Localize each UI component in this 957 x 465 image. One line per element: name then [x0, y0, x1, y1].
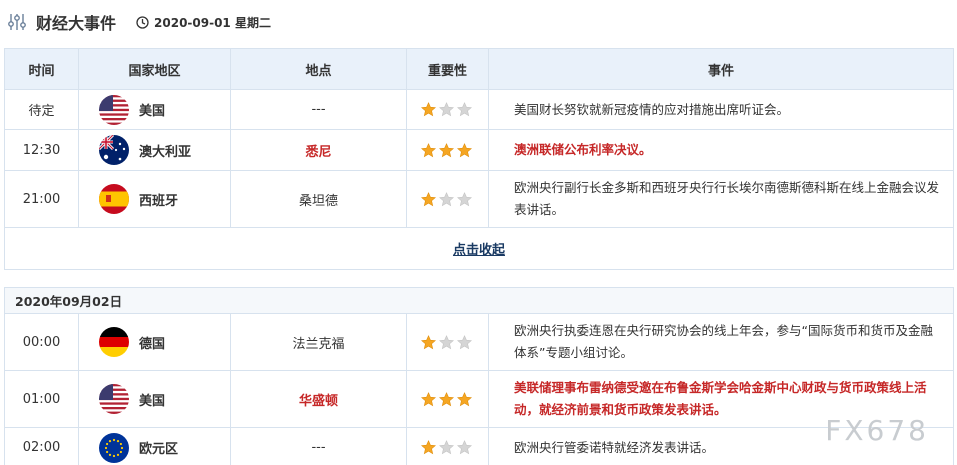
- collapse-button[interactable]: 点击收起: [453, 243, 505, 258]
- col-header-country: 国家地区: [78, 48, 231, 90]
- col-header-event: 事件: [488, 48, 954, 90]
- event-time: 02:00: [4, 427, 79, 465]
- watermark-logo: FX678: [825, 414, 929, 447]
- star-empty-icon: [439, 440, 454, 455]
- star-filled-icon: [421, 391, 436, 407]
- star-filled-icon: [457, 142, 472, 158]
- event-time: 12:30: [4, 129, 79, 171]
- table-header-row: 时间 国家地区 地点 重要性 事件: [4, 48, 954, 90]
- event-place: ---: [230, 427, 407, 465]
- top-bar: 财经大事件 2020-09-01 星期二: [0, 0, 957, 44]
- event-place: 悉尼: [230, 129, 407, 171]
- event-time: 01:00: [4, 370, 79, 428]
- star-filled-icon: [439, 391, 454, 407]
- page-title: 财经大事件: [36, 14, 117, 33]
- importance-rating: [406, 427, 489, 465]
- star-empty-icon: [457, 440, 472, 455]
- country-name: 德国: [139, 336, 166, 352]
- us-flag-icon: [99, 94, 129, 125]
- star-empty-icon: [457, 191, 472, 207]
- star-empty-icon: [439, 334, 454, 350]
- country-name: 美国: [139, 393, 166, 409]
- importance-rating: [406, 89, 489, 130]
- star-empty-icon: [457, 334, 472, 350]
- event-place: ---: [230, 89, 407, 130]
- star-filled-icon: [421, 191, 436, 207]
- clock-icon: [136, 15, 149, 29]
- section-date: 2020年09月02日: [4, 287, 954, 314]
- country-name: 美国: [139, 104, 166, 119]
- table-row: 21:00 西班牙 桑坦德 欧洲央行副行长金多斯和西班牙央行行长埃尔南德斯德科斯…: [4, 170, 954, 228]
- table-row: 01:00 美国 华盛顿 美联储理事布雷纳德受邀在布鲁金斯学会哈金斯中心财政与货…: [4, 370, 954, 428]
- date-section-header: 2020年09月02日: [4, 287, 954, 314]
- event-place: 法兰克福: [230, 313, 407, 371]
- table-row: 待定 美国 --- 美国财长努钦就新冠疫情的应对措施出席听证会。: [4, 89, 954, 130]
- eu-flag-icon: [99, 432, 129, 463]
- event-place: 桑坦德: [230, 170, 407, 228]
- star-filled-icon: [439, 142, 454, 158]
- importance-rating: [406, 170, 489, 228]
- country-name: 欧元区: [139, 442, 179, 457]
- event-description: 美国财长努钦就新冠疫情的应对措施出席听证会。: [488, 89, 954, 130]
- current-date: 2020-09-01 星期二: [136, 14, 271, 31]
- us-flag-icon: [99, 384, 129, 414]
- star-empty-icon: [457, 102, 472, 117]
- event-place: 华盛顿: [230, 370, 407, 428]
- au-flag-icon: [99, 135, 129, 165]
- star-filled-icon: [421, 142, 436, 158]
- country-name: 西班牙: [139, 193, 179, 209]
- collapse-row: 点击收起: [4, 227, 954, 270]
- event-description: 欧洲央行执委连恩在央行研究协会的线上年会，参与“国际货币和货币及金融体系”专题小…: [488, 313, 954, 371]
- col-header-time: 时间: [4, 48, 79, 90]
- table-row: 00:00 德国 法兰克福 欧洲央行执委连恩在央行研究协会的线上年会，参与“国际…: [4, 313, 954, 371]
- star-filled-icon: [421, 334, 436, 350]
- importance-rating: [406, 313, 489, 371]
- event-time: 00:00: [4, 313, 79, 371]
- event-time: 21:00: [4, 170, 79, 228]
- es-flag-icon: [99, 184, 129, 214]
- star-filled-icon: [457, 391, 472, 407]
- de-flag-icon: [99, 327, 129, 357]
- star-empty-icon: [439, 191, 454, 207]
- star-empty-icon: [439, 102, 454, 117]
- date-text: 2020-09-01 星期二: [154, 15, 271, 30]
- event-time: 待定: [4, 89, 79, 130]
- col-header-importance: 重要性: [406, 48, 489, 90]
- country-name: 澳大利亚: [139, 144, 192, 160]
- star-filled-icon: [421, 440, 436, 455]
- table-row: 12:30 澳大利亚 悉尼 澳洲联储公布利率决议。: [4, 129, 954, 171]
- importance-rating: [406, 370, 489, 428]
- col-header-place: 地点: [230, 48, 407, 90]
- event-description: 欧洲央行副行长金多斯和西班牙央行行长埃尔南德斯德科斯在线上金融会议发表讲话。: [488, 170, 954, 228]
- importance-rating: [406, 129, 489, 171]
- events-table: 时间 国家地区 地点 重要性 事件 待定 美国 --- 美国财长努钦就新冠疫情的…: [4, 48, 954, 465]
- sliders-icon: [8, 13, 26, 31]
- table-row: 02:00 欧元区 --- 欧洲央行管委诺特就经济发表讲话。: [4, 427, 954, 465]
- star-filled-icon: [421, 102, 436, 117]
- event-description: 澳洲联储公布利率决议。: [488, 129, 954, 171]
